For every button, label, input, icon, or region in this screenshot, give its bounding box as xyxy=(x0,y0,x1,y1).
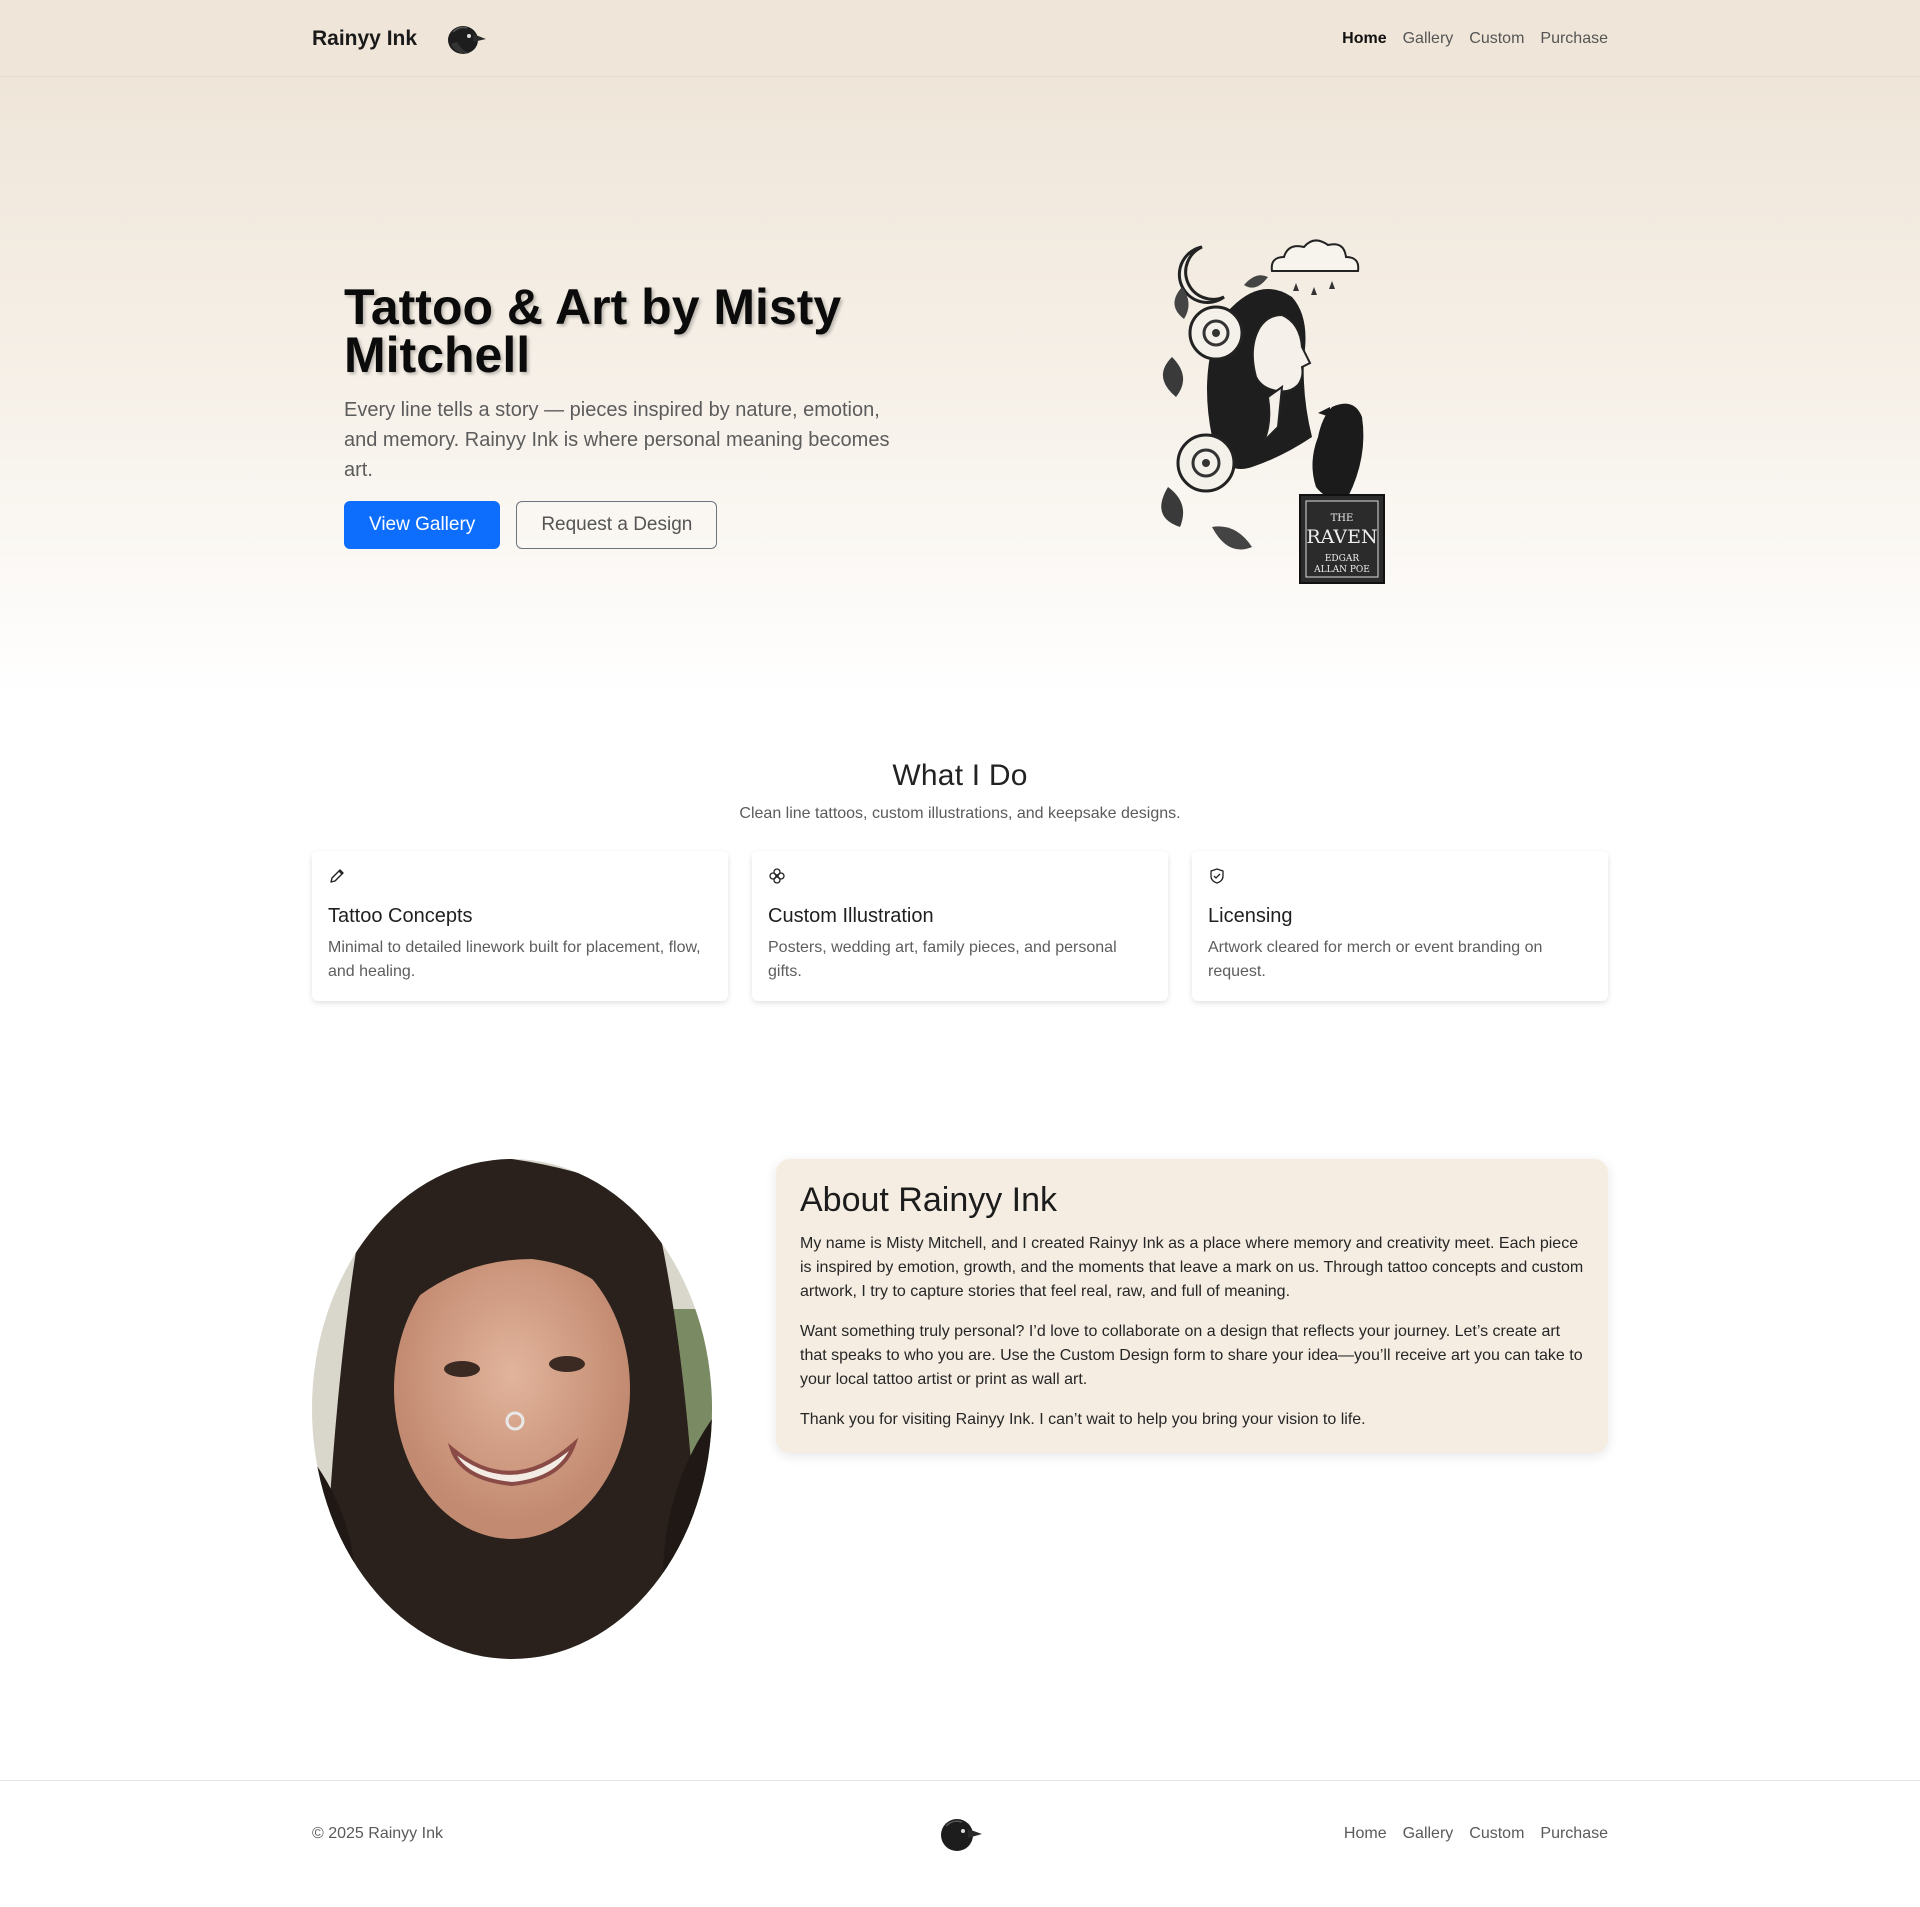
navbar: Rainyy Ink Home Gallery Custom Purchase xyxy=(0,0,1920,77)
footer-link-home[interactable]: Home xyxy=(1344,1825,1387,1843)
footer: © 2025 Rainyy Ink Home Gallery Custom Pu… xyxy=(0,1780,1920,1907)
hero-title: Tattoo & Art by Misty Mitchell xyxy=(344,279,842,383)
request-design-button[interactable]: Request a Design xyxy=(516,501,718,549)
hero-subtitle: Every line tells a story — pieces inspir… xyxy=(344,399,890,481)
hero-section: Tattoo & Art by Misty Mitchell Every lin… xyxy=(0,77,1920,697)
portrait-photo xyxy=(312,1159,712,1659)
service-card-licensing: Licensing Artwork cleared for merch or e… xyxy=(1192,851,1608,1001)
footer-link-gallery[interactable]: Gallery xyxy=(1403,1825,1454,1843)
about-paragraph: Want something truly personal? I’d love … xyxy=(800,1323,1583,1388)
view-gallery-button[interactable]: View Gallery xyxy=(344,501,501,549)
flower-icon xyxy=(769,868,785,884)
card-title: Tattoo Concepts xyxy=(328,905,473,927)
service-card-illustration: Custom Illustration Posters, wedding art… xyxy=(752,851,1168,1001)
footer-links: Home Gallery Custom Purchase xyxy=(1344,1825,1608,1843)
card-text: Posters, wedding art, family pieces, and… xyxy=(768,939,1117,980)
nav-links: Home Gallery Custom Purchase xyxy=(1342,30,1608,48)
book-line2: RAVEN xyxy=(1306,526,1377,548)
shield-check-icon xyxy=(1210,868,1224,884)
copyright: © 2025 Rainyy Ink xyxy=(312,1824,443,1842)
services-section: What I Do Clean line tattoos, custom ill… xyxy=(0,697,1920,1001)
about-title: About Rainyy Ink xyxy=(800,1181,1058,1219)
card-text: Artwork cleared for merch or event brand… xyxy=(1208,939,1543,980)
hero-buttons: View Gallery Request a Design xyxy=(344,501,904,549)
book-line3: EDGAR xyxy=(1325,554,1359,564)
about-section: About Rainyy Ink My name is Misty Mitche… xyxy=(0,1001,1920,1659)
about-card: About Rainyy Ink My name is Misty Mitche… xyxy=(776,1159,1608,1453)
card-title: Custom Illustration xyxy=(768,905,934,927)
hero-text: Tattoo & Art by Misty Mitchell Every lin… xyxy=(344,279,904,549)
about-paragraph: Thank you for visiting Rainyy Ink. I can… xyxy=(800,1411,1366,1428)
footer-link-purchase[interactable]: Purchase xyxy=(1540,1825,1608,1843)
service-card-tattoo: Tattoo Concepts Minimal to detailed line… xyxy=(312,851,728,1001)
brand[interactable]: Rainyy Ink xyxy=(312,20,487,58)
footer-link-custom[interactable]: Custom xyxy=(1469,1825,1524,1843)
services-title: What I Do xyxy=(892,759,1028,792)
nav-purchase[interactable]: Purchase xyxy=(1540,30,1608,48)
brand-name[interactable]: Rainyy Ink xyxy=(312,27,417,51)
pencil-icon xyxy=(330,869,344,883)
hero-illustration: THE RAVEN EDGAR ALLAN POE xyxy=(1161,239,1385,584)
services-subtitle: Clean line tattoos, custom illustrations… xyxy=(739,805,1181,822)
service-cards: Tattoo Concepts Minimal to detailed line… xyxy=(312,851,1608,1001)
nav-gallery[interactable]: Gallery xyxy=(1403,30,1454,48)
about-paragraph: My name is Misty Mitchell, and I created… xyxy=(800,1235,1584,1300)
card-text: Minimal to detailed linework built for p… xyxy=(328,939,701,980)
card-title: Licensing xyxy=(1208,905,1293,927)
raven-head-icon xyxy=(448,25,487,54)
book-line1: THE xyxy=(1331,513,1354,524)
nav-home[interactable]: Home xyxy=(1342,30,1386,48)
book-line4: ALLAN POE xyxy=(1313,565,1370,575)
nav-custom[interactable]: Custom xyxy=(1469,30,1524,48)
raven-head-icon xyxy=(941,1819,982,1851)
